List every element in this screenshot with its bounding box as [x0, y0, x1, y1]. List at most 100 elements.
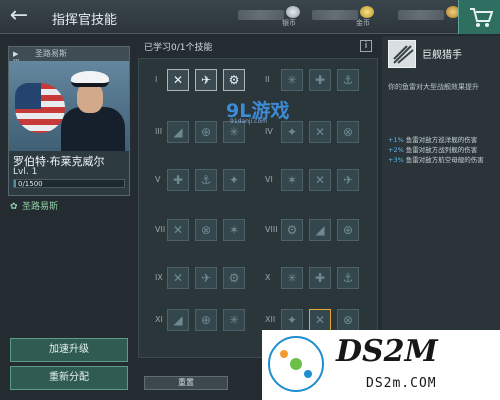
skill-icon: ⚙ [286, 223, 298, 237]
skill-icon: ✕ [314, 125, 326, 139]
skill-icon: ✕ [172, 271, 184, 285]
site-watermark: 9L游戏 91danji.com [226, 100, 290, 125]
skill-bonus: +2% 鱼雷对敌方战列舰的伤害 [388, 146, 478, 154]
commander-panel: ▶ III 圣路易斯 罗伯特·布莱克威尔 Lvl. 1 0/1500 ✿ 圣路易… [8, 46, 130, 396]
skill-icon: ✶ [286, 173, 298, 187]
skill-icon: ✕ [172, 73, 184, 87]
skill-slot[interactable]: ✶ [223, 219, 245, 241]
skill-slot[interactable]: ✈ [195, 69, 217, 91]
skill-slot[interactable]: ⊗ [337, 309, 359, 331]
skill-slot[interactable]: ◢ [167, 309, 189, 331]
page-title: 指挥官技能 [52, 13, 118, 28]
speed-up-button[interactable]: 加速升级 [10, 338, 128, 362]
shop-button[interactable] [458, 0, 500, 34]
commander-portrait [9, 61, 129, 151]
skill-slot[interactable]: ✚ [167, 169, 189, 191]
skill-icon: ⚓ [342, 271, 354, 285]
skill-bonus: +1% 鱼雷对敌方巡洋舰的伤害 [388, 136, 478, 144]
skill-icon: ◢ [315, 223, 325, 237]
skill-description: 你的鱼雷对大型战舰效果提升 [388, 83, 479, 91]
skill-slot[interactable]: ✕ [309, 309, 331, 331]
tier-label: I [155, 75, 158, 84]
currency-label: 银币 [282, 19, 296, 27]
skill-icon: ✈ [342, 173, 354, 187]
skill-icon: ✦ [228, 173, 240, 187]
skill-icon: ⊕ [200, 313, 212, 327]
skill-icon: ✕ [314, 173, 326, 187]
tier-label: VII [155, 225, 166, 234]
skill-slot[interactable]: ⚙ [281, 219, 303, 241]
skill-slot[interactable]: ✕ [167, 69, 189, 91]
skill-slot[interactable]: ✕ [309, 169, 331, 191]
skill-slot[interactable]: ⚓ [337, 267, 359, 289]
currency-amount-blurred [398, 10, 444, 20]
tier-label: XII [265, 315, 276, 324]
skill-slot[interactable]: ⊕ [195, 121, 217, 143]
skill-slot[interactable]: ⚓ [195, 169, 217, 191]
skill-icon: ⚓ [200, 173, 212, 187]
skill-icon: ✳ [228, 313, 240, 327]
gear-icon: ✿ [10, 202, 18, 212]
tier-label: IV [265, 127, 273, 136]
skill-slot[interactable]: ✦ [281, 309, 303, 331]
ds2m-logo-icon [268, 336, 324, 392]
top-bar: ← 指挥官技能 银币 金币 [0, 0, 500, 34]
currency-amount-blurred [312, 10, 358, 20]
skill-slot[interactable]: ◢ [167, 121, 189, 143]
gold-coin-icon [360, 6, 374, 18]
skill-slot[interactable]: ✳ [223, 309, 245, 331]
skill-icon: ✈ [200, 271, 212, 285]
skill-icon: ✦ [286, 313, 298, 327]
skill-slot[interactable]: ⊗ [337, 121, 359, 143]
skill-icon: ✶ [228, 223, 240, 237]
skill-slot[interactable]: ✕ [309, 121, 331, 143]
skill-slot[interactable]: ✚ [309, 267, 331, 289]
skill-slot[interactable]: ⊕ [337, 219, 359, 241]
skill-slot[interactable]: ⚙ [223, 69, 245, 91]
back-button[interactable]: ← [4, 5, 34, 29]
skill-slot[interactable]: ⚙ [223, 267, 245, 289]
skill-icon: ✳ [286, 73, 298, 87]
silver-coin-icon [286, 6, 300, 18]
skill-icon: ◢ [173, 125, 183, 139]
skill-slot[interactable]: ✦ [223, 169, 245, 191]
skill-slot[interactable]: ✕ [167, 267, 189, 289]
info-button[interactable]: i [360, 40, 372, 52]
skill-slot[interactable]: ✳ [281, 69, 303, 91]
skill-icon: ⊕ [200, 125, 212, 139]
skill-icon: ⊗ [342, 313, 354, 327]
commander-ship-tag: ▶ III 圣路易斯 [9, 47, 129, 66]
skill-bonus: +3% 鱼雷对敌方航空母舰的伤害 [388, 156, 484, 164]
skill-slot[interactable]: ✈ [195, 267, 217, 289]
xp-progress-bar: 0/1500 [13, 179, 125, 188]
tier-label: XI [155, 315, 163, 324]
skill-slot[interactable]: ⊗ [195, 219, 217, 241]
skill-icon: ✚ [172, 173, 184, 187]
xp-text: 0/1500 [18, 180, 43, 188]
arrow-left-icon: ← [9, 3, 29, 28]
shopping-cart-icon [470, 8, 494, 27]
skill-slot[interactable]: ◢ [309, 219, 331, 241]
skill-icon: ✚ [314, 73, 326, 87]
skill-slot[interactable]: ⚓ [337, 69, 359, 91]
skill-icon: ⊗ [200, 223, 212, 237]
skill-slot[interactable]: ✶ [281, 169, 303, 191]
tier-label: V [155, 175, 161, 184]
skill-icon: ⊗ [342, 125, 354, 139]
skill-icon: ✳ [286, 271, 298, 285]
skill-slot[interactable]: ✈ [337, 169, 359, 191]
skill-icon: ✚ [314, 271, 326, 285]
skill-slot[interactable]: ✕ [167, 219, 189, 241]
tier-label: III [155, 127, 163, 136]
skill-icon: ✕ [314, 313, 326, 327]
skill-icon: ✕ [172, 223, 184, 237]
skill-slot[interactable]: ⊕ [195, 309, 217, 331]
skill-slot[interactable]: ✳ [281, 267, 303, 289]
commander-card[interactable]: ▶ III 圣路易斯 罗伯特·布莱克威尔 Lvl. 1 0/1500 [8, 46, 130, 196]
tier-label: VIII [265, 225, 278, 234]
skill-icon: ⚙ [228, 73, 240, 87]
reset-button[interactable]: 重置 [144, 376, 228, 390]
skill-icon: ✈ [200, 73, 212, 87]
skill-slot[interactable]: ✚ [309, 69, 331, 91]
reassign-button[interactable]: 重新分配 [10, 366, 128, 390]
